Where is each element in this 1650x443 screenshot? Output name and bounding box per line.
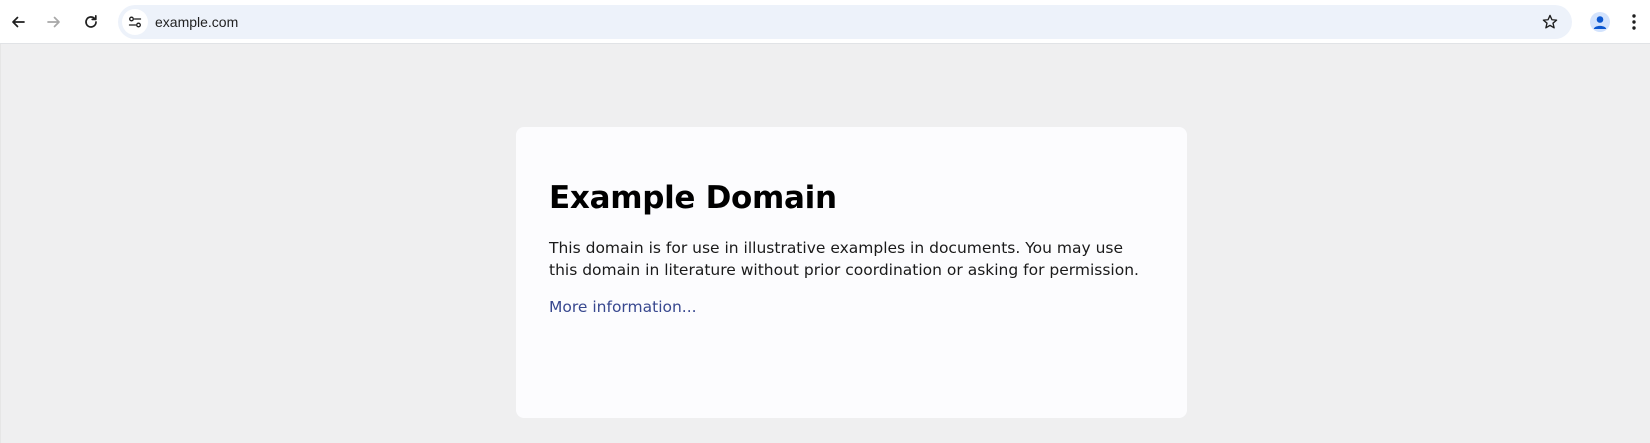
back-button[interactable] bbox=[2, 6, 34, 38]
forward-button[interactable] bbox=[38, 6, 70, 38]
browser-toolbar: example.com bbox=[0, 0, 1650, 44]
site-info-button[interactable] bbox=[122, 9, 148, 35]
page-title: Example Domain bbox=[549, 180, 837, 216]
tune-icon bbox=[128, 16, 142, 28]
forward-arrow-icon bbox=[47, 16, 60, 28]
reload-button[interactable] bbox=[75, 6, 107, 38]
avatar bbox=[1590, 12, 1610, 32]
person-icon bbox=[1593, 16, 1607, 29]
page-description: This domain is for use in illustrative e… bbox=[549, 239, 1139, 279]
kebab-menu-icon bbox=[1632, 14, 1636, 30]
more-info-paragraph: More information... bbox=[549, 296, 1154, 318]
more-information-link[interactable]: More information... bbox=[549, 298, 697, 316]
star-icon bbox=[1542, 14, 1558, 29]
reload-icon bbox=[85, 14, 97, 28]
address-bar[interactable]: example.com bbox=[118, 5, 1572, 39]
content-card: Example Domain This domain is for use in… bbox=[516, 127, 1187, 418]
bookmark-button[interactable] bbox=[1534, 6, 1566, 38]
page-viewport: Example Domain This domain is for use in… bbox=[0, 44, 1650, 443]
url-text[interactable]: example.com bbox=[155, 5, 238, 39]
browser-menu-button[interactable] bbox=[1622, 6, 1646, 38]
profile-button[interactable] bbox=[1584, 6, 1616, 38]
back-arrow-icon bbox=[12, 16, 25, 28]
